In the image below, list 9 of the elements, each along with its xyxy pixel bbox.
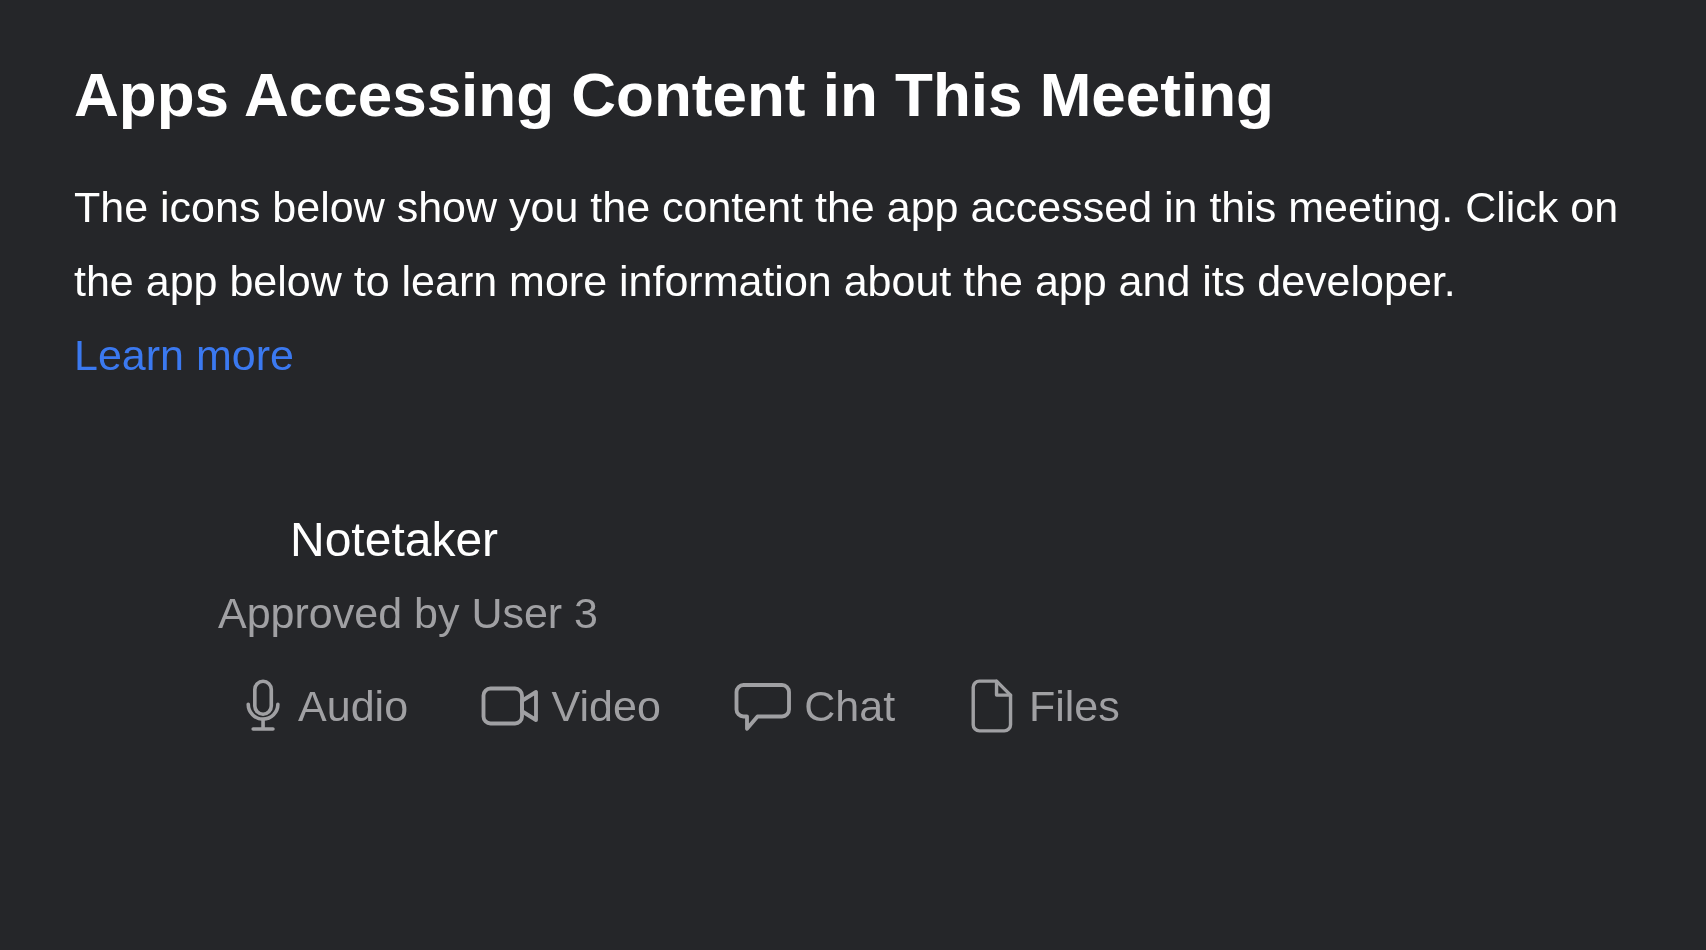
learn-more-link[interactable]: Learn more [74, 318, 294, 393]
dialog-title: Apps Accessing Content in This Meeting [74, 59, 1275, 131]
description-text: The icons below show you the content the app accessed in this meeting. Click on the app below to learn more information about the app and its developer. [74, 182, 1620, 308]
approved-by-text: Approved by User 3 [218, 589, 599, 639]
access-label: Chat [804, 681, 896, 731]
access-label: Audio [298, 681, 409, 731]
access-label: Video [551, 681, 661, 731]
app-name[interactable]: Notetaker [290, 512, 499, 568]
access-label: Files [1028, 681, 1120, 731]
